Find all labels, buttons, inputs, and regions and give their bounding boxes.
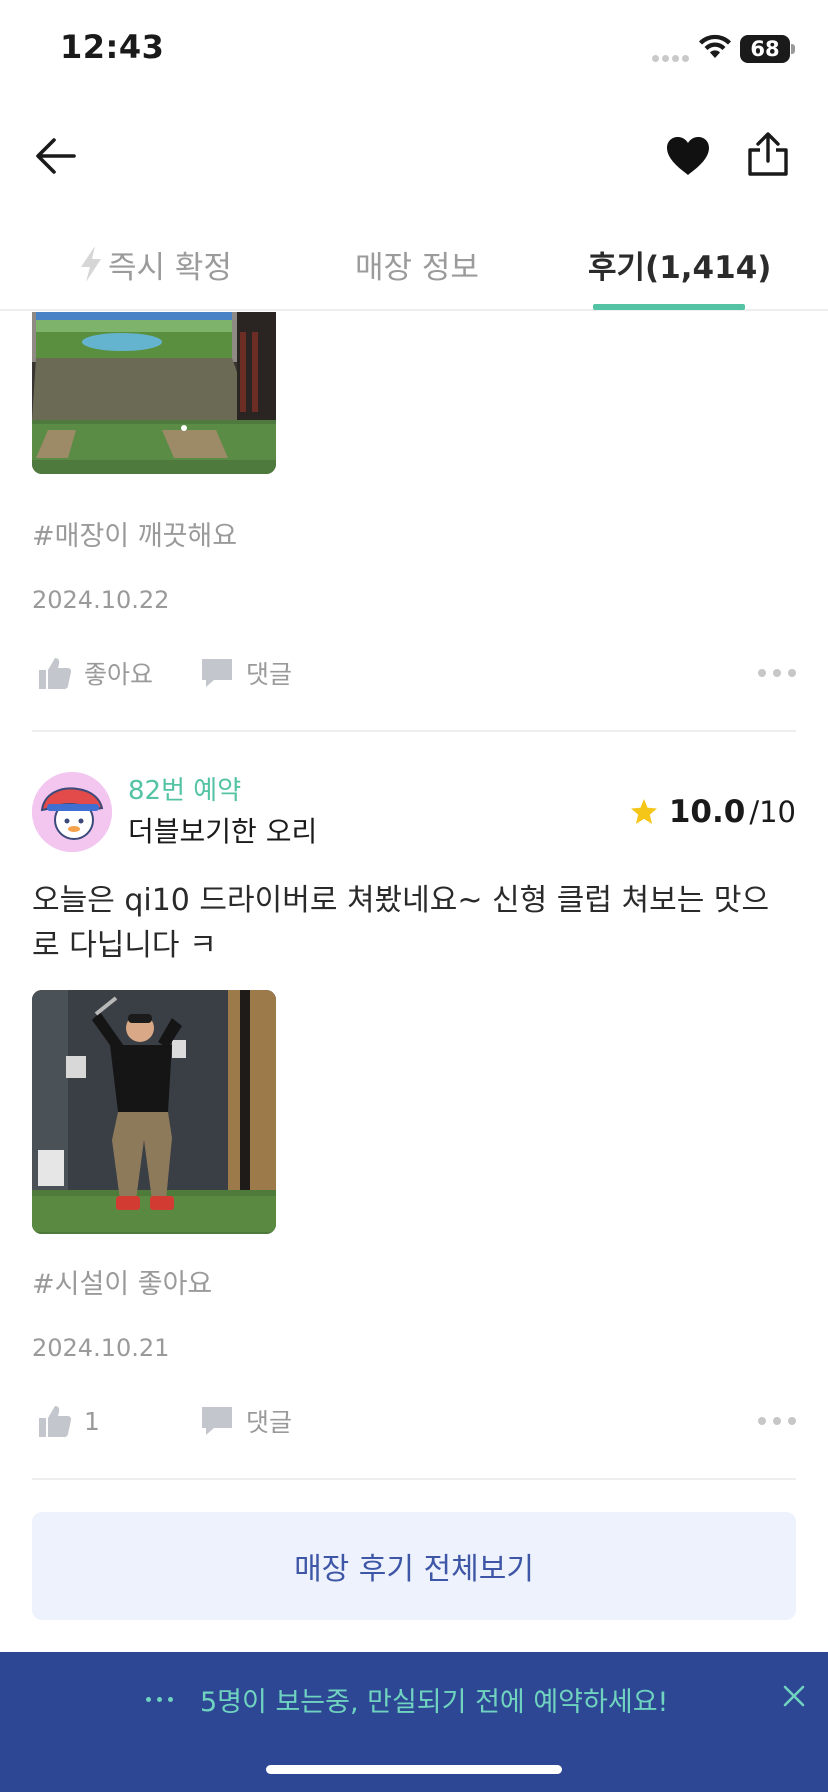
tab-store-info[interactable]: 매장 정보	[355, 239, 479, 289]
cellular-signal-icon	[652, 47, 692, 66]
comment-label: 댓글	[246, 1408, 293, 1437]
battery-tip	[791, 44, 795, 54]
home-indicator[interactable]	[266, 1765, 562, 1774]
banner-text: 5명이 보는중, 만실되기 전에 예약하세요!	[200, 1687, 669, 1718]
booking-count: 82번 예약	[128, 776, 242, 806]
view-all-reviews-button[interactable]: 매장 후기 전체보기	[32, 1512, 796, 1620]
tab-reviews[interactable]: 후기(1,414)	[588, 239, 771, 289]
share-icon	[748, 132, 788, 176]
review-divider	[32, 1478, 796, 1480]
status-time: 12:43	[60, 28, 165, 66]
more-options-icon[interactable]	[758, 648, 796, 698]
star-icon	[630, 799, 657, 824]
page: 12:43 68 즉시 확정 매장 정보 후기(1,414) #매장이 깨끗해요…	[0, 0, 828, 1792]
avatar[interactable]	[32, 772, 112, 852]
review-text: 오늘은 qi10 드라이버로 쳐봤네요~ 신형 클럽 쳐보는 맛으로 다닙니다 …	[32, 883, 770, 963]
more-dots-icon	[146, 1684, 173, 1714]
comment-button[interactable]: 댓글	[200, 1396, 292, 1446]
comment-button[interactable]: 댓글	[200, 648, 292, 698]
lightning-icon	[81, 246, 101, 282]
favorite-button[interactable]	[660, 128, 716, 184]
tab-bar: 즉시 확정 매장 정보 후기(1,414)	[0, 225, 828, 311]
wifi-icon	[698, 34, 732, 64]
status-bar: 12:43 68	[0, 0, 828, 100]
reviewer-nickname[interactable]: 더블보기한 오리	[128, 810, 317, 850]
tab-active-indicator	[593, 304, 745, 310]
arrow-left-icon	[36, 138, 76, 174]
close-banner-button[interactable]	[776, 1678, 812, 1714]
reviews-list[interactable]: #매장이 깨끗해요 2024.10.22 좋아요 댓글 82번 예약 더블보기한…	[0, 312, 828, 1652]
rating-max: /10	[749, 795, 796, 829]
golfer-swing-photo	[32, 990, 276, 1234]
more-options-icon[interactable]	[758, 1396, 796, 1446]
golf-simulator-room-photo	[32, 312, 276, 474]
review-photo[interactable]	[32, 312, 276, 474]
share-button[interactable]	[740, 126, 796, 182]
thumbs-up-icon	[39, 1406, 72, 1437]
comment-label: 댓글	[246, 660, 293, 689]
rating: 10.0 /10	[629, 794, 796, 830]
rating-score: 10.0	[668, 794, 746, 830]
battery-icon: 68	[740, 35, 790, 63]
review-date: 2024.10.22	[32, 586, 170, 614]
review-date: 2024.10.21	[32, 1334, 170, 1362]
tab-label: 매장 정보	[355, 249, 479, 286]
nav-bar	[0, 110, 828, 195]
review-tag: #시설이 좋아요	[32, 1269, 213, 1300]
review-actions: 좋아요 댓글	[32, 648, 796, 698]
like-label: 좋아요	[84, 660, 154, 689]
close-icon	[783, 1685, 805, 1707]
comment-icon	[202, 1407, 232, 1435]
back-button[interactable]	[28, 128, 84, 184]
review-divider	[32, 730, 796, 732]
viewers-banner[interactable]: 5명이 보는중, 만실되기 전에 예약하세요!	[0, 1652, 828, 1792]
like-button[interactable]: 좋아요	[38, 648, 153, 698]
thumbs-up-icon	[39, 658, 72, 689]
comment-icon	[202, 659, 232, 687]
review-photo[interactable]	[32, 990, 276, 1234]
review-tag: #매장이 깨끗해요	[32, 521, 238, 552]
tab-label: 즉시 확정	[108, 249, 232, 286]
tab-label: 후기(1,414)	[588, 249, 772, 286]
like-count: 1	[84, 1406, 100, 1436]
duck-avatar-icon	[32, 772, 112, 852]
like-button[interactable]: 1	[38, 1396, 100, 1446]
heart-filled-icon	[667, 137, 709, 175]
tab-instant-confirm[interactable]: 즉시 확정	[78, 239, 232, 289]
review-actions: 1 댓글	[32, 1396, 796, 1446]
